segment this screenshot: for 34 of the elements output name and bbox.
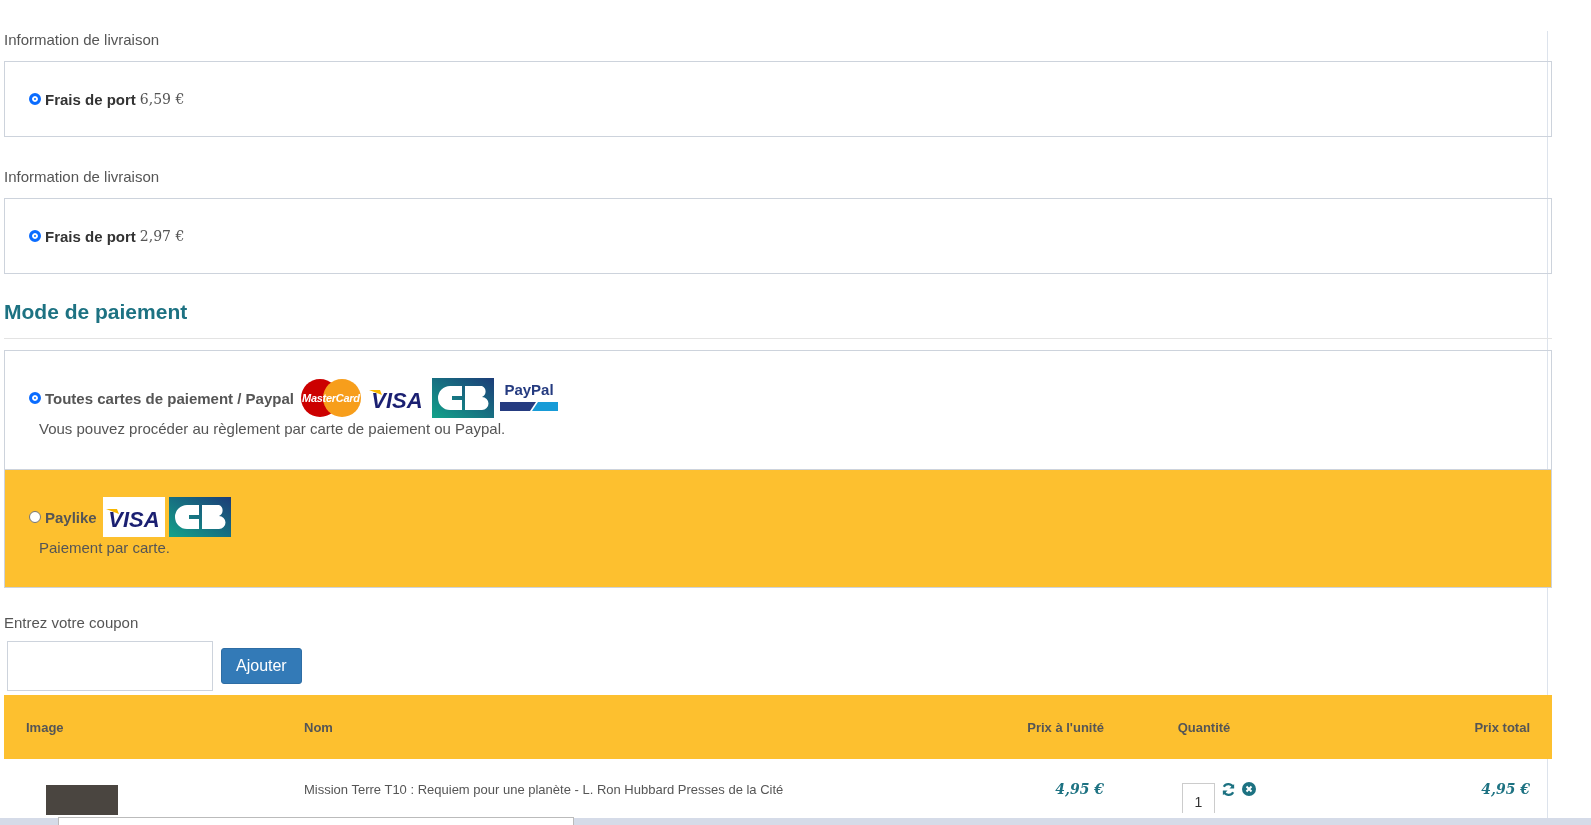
column-header: Prix total xyxy=(1473,719,1531,735)
payment-description: Vous pouvez procéder au règlement par carte de paiement ou Paypal. xyxy=(39,420,507,437)
radio-button[interactable] xyxy=(29,92,41,105)
coupon-label: Entrez votre coupon xyxy=(4,614,140,631)
shipping-label: Frais de port xyxy=(45,227,136,245)
unit-price: 4,95 € xyxy=(1054,781,1104,797)
total-price: 4,95 € xyxy=(1480,781,1531,797)
remove-icon[interactable] xyxy=(1242,782,1256,796)
quantity-input-field[interactable]: 1 xyxy=(1182,783,1215,813)
section-label: Information de livraison xyxy=(4,31,161,48)
section-label: Information de livraison xyxy=(4,168,161,185)
section-heading: Mode de paiement xyxy=(4,300,1552,339)
column-header: Nom xyxy=(304,719,334,735)
shipping-price: 6,59 € xyxy=(139,90,185,107)
cb-card-logo-icon xyxy=(432,378,494,418)
column-header: Quantité xyxy=(1176,719,1232,735)
add-coupon-button[interactable]: Ajouter xyxy=(221,648,302,684)
product-name: Mission Terre T10 : Requiem pour une planète - L. Ron Hubbard Presses de la Cité xyxy=(304,781,785,797)
book-cover-placeholder xyxy=(46,785,118,815)
refresh-icon[interactable] xyxy=(1221,781,1236,797)
column-header: Image xyxy=(25,719,65,735)
radio-button[interactable] xyxy=(29,229,41,242)
column-header: Prix à l'unité xyxy=(1026,719,1104,735)
radio-button[interactable] xyxy=(29,511,41,523)
payment-method-label: Toutes cartes de paiement / Paypal xyxy=(45,389,294,407)
visa-logo-icon: VISA xyxy=(102,497,165,537)
shipping-price: 2,97 € xyxy=(139,227,185,244)
coupon-input-field[interactable] xyxy=(7,641,213,691)
shipping-label: Frais de port xyxy=(45,90,136,108)
payment-description: Paiement par carte. xyxy=(39,539,171,556)
radio-button[interactable] xyxy=(29,392,41,404)
cb-card-logo-icon xyxy=(168,497,231,537)
scrollbar-thumb[interactable] xyxy=(58,817,574,825)
payment-method-label: Paylike xyxy=(45,508,97,526)
